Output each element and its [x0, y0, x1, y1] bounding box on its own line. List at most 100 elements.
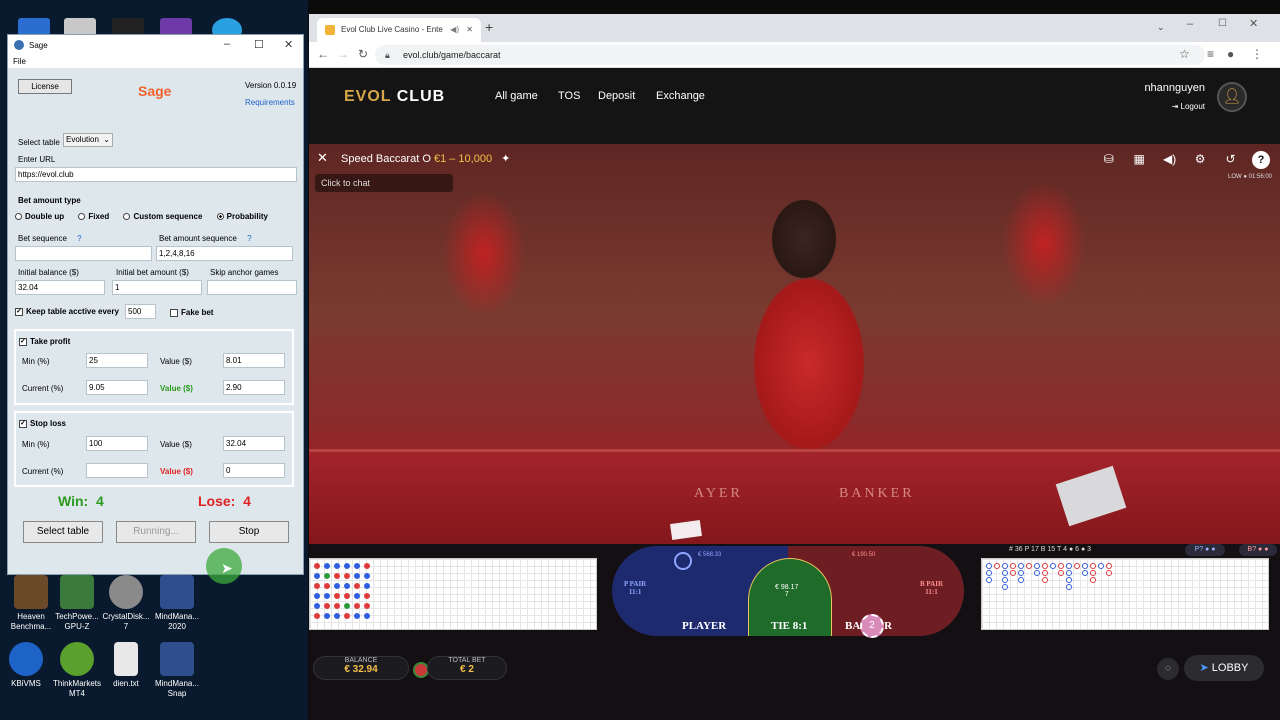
url-input[interactable]: https://evol.club	[15, 167, 297, 182]
nav-all-game[interactable]: All game	[495, 90, 538, 102]
lose-label: Lose:	[198, 493, 236, 509]
initial-balance-input[interactable]: 32.04	[15, 280, 105, 295]
license-button[interactable]: License	[18, 79, 72, 94]
evol-club-logo[interactable]: EVOL CLUB	[344, 88, 445, 106]
nav-deposit[interactable]: Deposit	[598, 90, 635, 102]
window-title: Sage	[29, 40, 48, 50]
lobby-button[interactable]: ➤ LOBBY	[1184, 655, 1264, 681]
volume-icon[interactable]: ◀)	[1161, 150, 1179, 168]
tp-current-input[interactable]: 9.05	[86, 380, 148, 395]
game-bottom-panel: P PAIR 11:1 B PAIR 11:1 € 568.33 € 190.5…	[309, 544, 1280, 720]
desktop-icon-mindmanager-snap[interactable]: MindMana... Snap	[146, 642, 208, 699]
bet-amount-sequence-input[interactable]: 1,2,4,8,16	[156, 246, 293, 261]
menu-file[interactable]: File	[13, 57, 26, 66]
table-select[interactable]: Evolution ⌄	[63, 133, 113, 147]
keep-active-input[interactable]: 500	[125, 304, 156, 319]
player-bet[interactable]: PLAYER	[682, 620, 726, 632]
speaker-icon[interactable]: ◀)	[450, 18, 459, 42]
chip-stack-icon[interactable]: ⛁	[1100, 150, 1118, 168]
nav-tos[interactable]: TOS	[558, 90, 580, 102]
pin-icon[interactable]: ✦	[501, 153, 510, 165]
tp-current-label: Current (%)	[22, 384, 64, 393]
bead-dot	[324, 563, 330, 569]
radio-probability[interactable]: Probability	[216, 212, 268, 221]
window-minimize-icon[interactable]: –	[1187, 18, 1193, 30]
player-pair-bet[interactable]: P PAIR 11:1	[624, 580, 646, 596]
chat-bubble-icon[interactable]: ◌	[1157, 658, 1179, 680]
take-profit-checkbox[interactable]: ✓ Take profit	[19, 337, 70, 346]
tp-value-input[interactable]: 8.01	[223, 353, 285, 368]
url-bar[interactable]: 🔒︎ evol.club/game/baccarat	[375, 45, 1205, 65]
game-limits: €1 – 10,000	[433, 153, 493, 165]
bet-amount-sequence-label-wrap: Bet amount sequence ?	[159, 234, 252, 243]
new-tab-button[interactable]: +	[485, 19, 493, 35]
reload-icon[interactable]: ↻	[358, 47, 368, 61]
bead-dot	[334, 593, 340, 599]
browser-window: Evol Club Live Casino - Ente ◀) ✕ + ⌄ – …	[309, 14, 1280, 720]
bookmark-star-icon[interactable]: ☆	[1179, 47, 1190, 61]
radio-fixed[interactable]: Fixed	[78, 212, 109, 221]
browser-tab[interactable]: Evol Club Live Casino - Ente ◀) ✕	[317, 18, 481, 42]
requirements-link[interactable]: Requirements	[245, 98, 295, 107]
stop-button[interactable]: Stop	[209, 521, 289, 543]
nav-exchange[interactable]: Exchange	[656, 90, 705, 102]
stop-loss-checkbox[interactable]: ✓ Stop loss	[19, 419, 66, 428]
forward-icon[interactable]: →	[337, 47, 349, 61]
sl-min-input[interactable]: 100	[86, 436, 148, 451]
window-maximize-icon[interactable]: ☐	[1218, 18, 1227, 29]
window-close-icon[interactable]: ✕	[1249, 17, 1258, 30]
select-table-button[interactable]: Select table	[23, 521, 103, 543]
tab-close-icon[interactable]: ✕	[466, 18, 473, 42]
reading-list-icon[interactable]: ≡	[1207, 47, 1214, 61]
bead-dot	[314, 603, 320, 609]
players-icon[interactable]: ▦	[1130, 150, 1148, 168]
help-icon[interactable]: ?	[247, 234, 251, 243]
help-icon[interactable]: ?	[1252, 151, 1270, 169]
text-file-icon	[114, 642, 138, 676]
logout-link[interactable]: ⇥ Logout	[1172, 102, 1205, 111]
tie-bet[interactable]: TIE 8:1	[771, 620, 807, 632]
fake-bet-checkbox[interactable]: Fake bet	[170, 308, 213, 317]
bead-dot	[344, 593, 350, 599]
avatar-icon[interactable]: 👤︎	[1217, 82, 1247, 112]
history-icon[interactable]: ↺	[1222, 150, 1240, 168]
minimize-icon[interactable]: –	[224, 38, 230, 50]
help-icon[interactable]: ?	[77, 234, 81, 243]
bead-road	[309, 558, 597, 630]
banker-pair-predict[interactable]: B? ● ●	[1239, 544, 1277, 556]
bead-dot	[314, 583, 320, 589]
desktop-icon-label: MindMana... Snap	[154, 679, 200, 698]
bet-sequence-label: Bet sequence	[18, 234, 67, 243]
tp-min-input[interactable]: 25	[86, 353, 148, 368]
player-pair-predict[interactable]: P? ● ●	[1185, 544, 1225, 556]
back-icon[interactable]: ←	[317, 47, 329, 61]
menu-icon[interactable]: ⋮	[1251, 47, 1263, 61]
mindmanager-snap-icon	[160, 642, 194, 676]
desktop-icon-mindmanager[interactable]: MindMana... 2020	[146, 575, 208, 632]
close-icon[interactable]: ✕	[284, 38, 293, 51]
banker-pair-bet[interactable]: B PAIR 11:1	[920, 580, 943, 596]
tp-current-value-input[interactable]: 2.90	[223, 380, 285, 395]
profile-icon[interactable]: ●	[1227, 47, 1234, 61]
bet-sequence-input[interactable]	[15, 246, 152, 261]
close-game-icon[interactable]: ✕	[317, 150, 328, 166]
bet-chip[interactable]: 2	[860, 614, 884, 638]
big-road-dot	[1090, 577, 1096, 583]
lose-counter: Lose: 4	[198, 493, 251, 509]
address-bar: ← → ↻ 🔒︎ evol.club/game/baccarat ☆ ≡ ● ⋮	[309, 42, 1280, 68]
sl-value-input[interactable]: 32.04	[223, 436, 285, 451]
radio-custom-sequence[interactable]: Custom sequence	[123, 212, 202, 221]
skip-anchor-input[interactable]	[207, 280, 297, 295]
game-title: Speed Baccarat O €1 – 10,000 ✦	[341, 152, 510, 165]
maximize-icon[interactable]: ☐	[254, 38, 264, 51]
chat-input[interactable]: Click to chat	[315, 174, 453, 192]
sl-current-value-input[interactable]: 0	[223, 463, 285, 478]
bead-dot	[364, 613, 370, 619]
tab-search-icon[interactable]: ⌄	[1157, 22, 1165, 33]
initial-bet-input[interactable]: 1	[112, 280, 202, 295]
sl-current-input[interactable]	[86, 463, 148, 478]
big-road-dot	[1018, 570, 1024, 576]
keep-active-checkbox[interactable]: ✓ Keep table acctive every	[15, 307, 119, 316]
radio-double-up[interactable]: Double up	[15, 212, 64, 221]
settings-gear-icon[interactable]: ⚙	[1191, 150, 1209, 168]
